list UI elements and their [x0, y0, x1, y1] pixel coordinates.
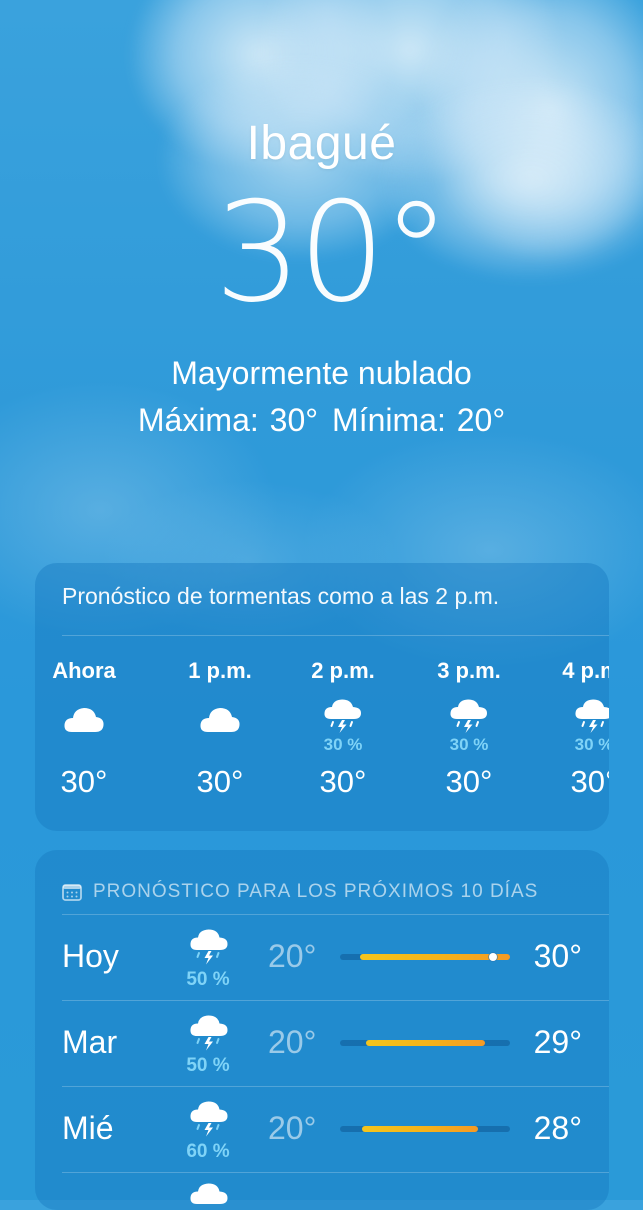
daily-forecast-card[interactable]: PRONÓSTICO PARA LOS PRÓXIMOS 10 DÍAS Hoy… — [35, 850, 609, 1210]
day-high-temperature: 30° — [533, 938, 582, 974]
day-name: Mié — [62, 1110, 114, 1146]
thunderstorm-icon — [419, 690, 519, 734]
condition-text: Mayormente nublado — [171, 355, 472, 391]
hour-probability — [35, 734, 134, 756]
day-name: Hoy — [62, 938, 119, 974]
current-weather: Ibagué 30° Mayormente nublado Máxima: 30… — [0, 112, 643, 442]
hour-item: 4 p.m. 30 % 30° — [544, 636, 609, 800]
temperature-range-fill — [365, 1040, 485, 1046]
hour-item: 3 p.m. 30 % 30° — [419, 636, 519, 800]
temperature-range-bar — [340, 1126, 510, 1132]
day-high-temperature: 28° — [533, 1110, 582, 1146]
hourly-scroll[interactable]: Ahora 30° 1 p.m. 30° 2 p.m. 30 % 30° 3 p… — [35, 636, 609, 831]
calendar-icon — [62, 884, 82, 901]
divider — [62, 914, 609, 915]
low-label: Mínima: — [332, 402, 446, 438]
hour-label: 1 p.m. — [188, 658, 252, 683]
temperature-range-fill — [362, 1126, 478, 1132]
thunderstorm-icon — [185, 1014, 233, 1057]
high-label: Máxima: — [137, 402, 259, 438]
current-temperature: 30° — [214, 172, 451, 333]
hour-probability — [170, 734, 270, 756]
day-low-temperature: 20° — [268, 1024, 317, 1060]
thunderstorm-icon — [544, 690, 609, 734]
hourly-forecast-title: Pronóstico de tormentas como a las 2 p.m… — [62, 583, 500, 609]
current-temperature-marker — [489, 953, 497, 961]
hour-temperature: 30° — [570, 764, 609, 799]
hour-label: 4 p.m. — [562, 658, 609, 683]
hour-temperature: 30° — [319, 764, 367, 799]
hour-temperature: 30° — [445, 764, 493, 799]
hourly-forecast-card[interactable]: Pronóstico de tormentas como a las 2 p.m… — [35, 563, 609, 831]
hour-item: 2 p.m. 30 % 30° — [293, 636, 393, 800]
hour-item: Ahora 30° — [35, 636, 134, 800]
day-probability: 60 % — [186, 1141, 230, 1162]
high-value: 30° — [269, 402, 319, 438]
daily-forecast-title: PRONÓSTICO PARA LOS PRÓXIMOS 10 DÍAS — [93, 881, 539, 902]
temperature-range-bar — [340, 1040, 510, 1046]
divider — [62, 1000, 609, 1001]
day-row[interactable]: Mié 60 % 20° 28° — [35, 1086, 609, 1172]
divider — [62, 1172, 609, 1173]
cloud-icon — [35, 690, 134, 734]
day-name: Mar — [62, 1024, 118, 1060]
hour-probability: 30 % — [574, 735, 609, 754]
day-probability: 50 % — [186, 1055, 230, 1076]
day-low-temperature: 20° — [268, 938, 317, 974]
low-value: 20° — [456, 402, 506, 438]
hour-temperature: 30° — [196, 764, 244, 799]
thunderstorm-icon — [185, 1100, 233, 1143]
day-row[interactable]: Hoy 50 % 20° 30° — [35, 914, 609, 1000]
thunderstorm-icon — [185, 928, 233, 971]
temperature-range-bar — [340, 953, 510, 961]
divider — [62, 1086, 609, 1087]
day-low-temperature: 20° — [268, 1110, 317, 1146]
city-name: Ibagué — [246, 117, 397, 170]
day-high-temperature: 29° — [533, 1024, 582, 1060]
hour-label: 2 p.m. — [311, 658, 375, 683]
thunderstorm-icon — [185, 1182, 233, 1210]
day-row[interactable] — [35, 1172, 609, 1210]
temperature-range-fill — [360, 954, 510, 960]
hour-label: Ahora — [52, 658, 116, 683]
hour-item: 1 p.m. 30° — [170, 636, 270, 800]
thunderstorm-icon — [293, 690, 393, 734]
daily-forecast-header: PRONÓSTICO PARA LOS PRÓXIMOS 10 DÍAS — [35, 850, 609, 914]
hour-probability: 30 % — [449, 735, 489, 754]
day-probability: 50 % — [186, 969, 230, 990]
hour-label: 3 p.m. — [437, 658, 501, 683]
hour-temperature: 30° — [60, 764, 108, 799]
cloud-icon — [170, 690, 270, 734]
high-low: Máxima: 30° Mínima: 20° — [0, 398, 643, 442]
hour-probability: 30 % — [323, 735, 363, 754]
day-row[interactable]: Mar 50 % 20° 29° — [35, 1000, 609, 1086]
